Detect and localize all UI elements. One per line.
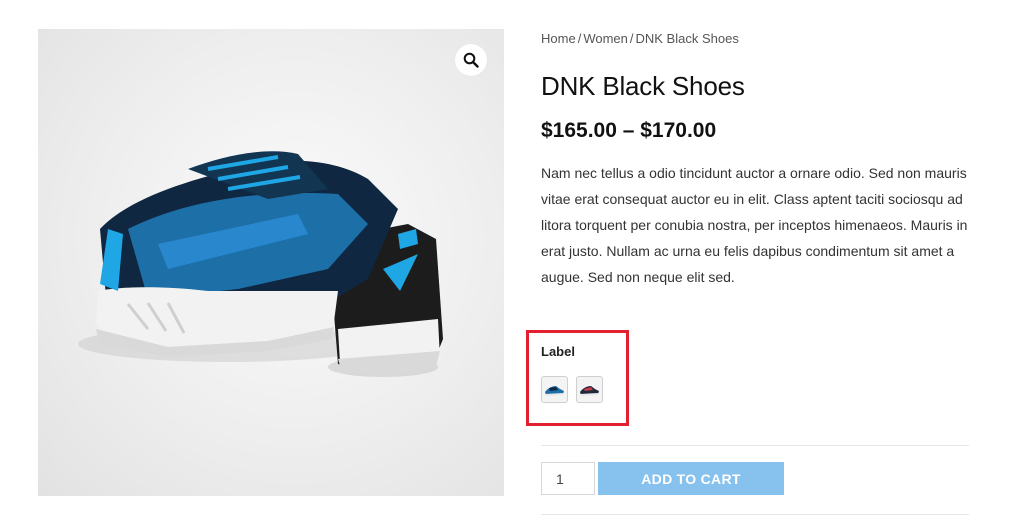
variation-swatches <box>541 376 603 403</box>
divider <box>541 514 969 515</box>
shoe-swatch-icon <box>545 385 564 396</box>
breadcrumb-separator: / <box>629 31 634 46</box>
shoe-swatch-icon <box>580 385 599 396</box>
divider <box>541 445 969 446</box>
product-image[interactable] <box>38 29 504 496</box>
breadcrumb-separator: / <box>577 31 582 46</box>
magnifier-icon <box>463 52 479 68</box>
breadcrumb-current: DNK Black Shoes <box>635 31 739 46</box>
zoom-button[interactable] <box>455 44 487 76</box>
quantity-input[interactable] <box>541 462 595 495</box>
add-to-cart-button[interactable]: ADD TO CART <box>598 462 784 495</box>
product-title: DNK Black Shoes <box>541 71 745 101</box>
product-price: $165.00 – $170.00 <box>541 119 717 142</box>
product-summary: Home / Women / DNK Black Shoes DNK Black Sho… <box>541 29 971 290</box>
variation-label: Label <box>541 344 575 359</box>
shoe-image <box>78 151 443 377</box>
product-description: Nam nec tellus a odio tincidunt auctor a… <box>541 165 968 285</box>
breadcrumb-women[interactable]: Women <box>583 31 628 46</box>
variation-swatch[interactable] <box>576 376 603 403</box>
breadcrumb: Home / Women / DNK Black Shoes <box>541 29 971 49</box>
breadcrumb-home[interactable]: Home <box>541 31 576 46</box>
variation-swatch[interactable] <box>541 376 568 403</box>
